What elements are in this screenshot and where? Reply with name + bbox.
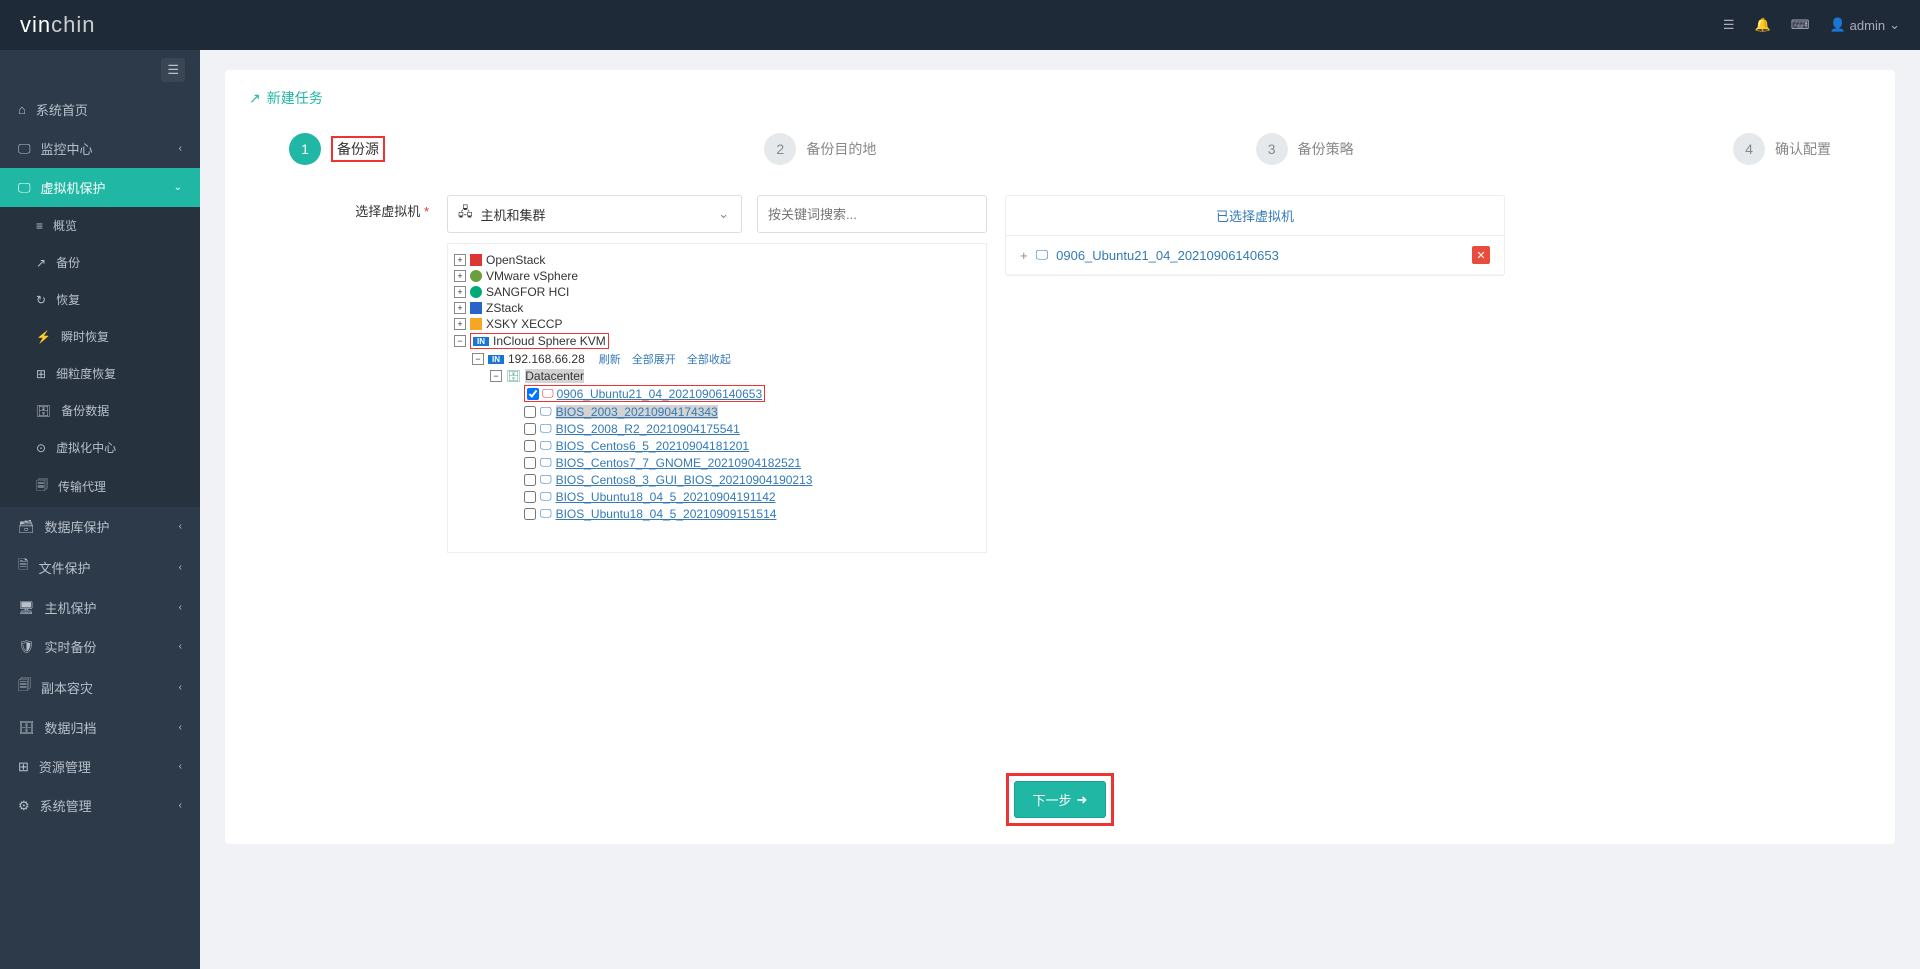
tree-vm[interactable]: 🖵BIOS_Centos6_5_20210904181201	[454, 437, 980, 454]
nav-monitor[interactable]: 🖵 监控中心‹	[0, 129, 200, 168]
tree-zstack[interactable]: +ZStack	[454, 300, 980, 316]
search-input[interactable]	[757, 195, 987, 233]
tree-openstack[interactable]: +OpenStack	[454, 252, 980, 268]
nav-host[interactable]: 🖥 主机保护‹	[0, 588, 200, 627]
step-4[interactable]: 4 确认配置	[1733, 133, 1831, 165]
topbar-list-icon[interactable]: ☰	[1723, 17, 1735, 33]
step-2[interactable]: 2 备份目的地	[764, 133, 876, 165]
nav-resource[interactable]: ⊞ 资源管理‹	[0, 747, 200, 786]
nav-realtime[interactable]: 🛡 实时备份‹	[0, 627, 200, 666]
nav-system[interactable]: ⚙ 系统管理‹	[0, 786, 200, 825]
wizard-steps: 1 备份源 2 备份目的地 3 备份策略 4 确认配置	[249, 133, 1871, 165]
nav-vcenter[interactable]: ⊙ 虚拟化中心	[0, 429, 200, 466]
expand-icon[interactable]: +	[1020, 248, 1028, 263]
remove-vm-button[interactable]: ✕	[1472, 246, 1490, 264]
nav-file[interactable]: 🗎 文件保护‹	[0, 546, 200, 588]
nav-home[interactable]: ⌂ 系统首页	[0, 90, 200, 129]
tree-expand-all[interactable]: 全部展开	[632, 354, 676, 366]
tree-vm[interactable]: 🖵BIOS_2003_20210904174343	[454, 403, 980, 420]
tree-incloud[interactable]: −INInCloud Sphere KVM	[454, 332, 980, 350]
arrow-right-icon: ➜	[1077, 792, 1088, 808]
tree-vm[interactable]: 🖵BIOS_Centos7_7_GNOME_20210904182521	[454, 454, 980, 471]
nav-vm-protect[interactable]: 🖵 虚拟机保护⌄	[0, 168, 200, 207]
tree-refresh[interactable]: 刷新	[599, 354, 621, 366]
sidebar: ☰ ⌂ 系统首页 🖵 监控中心‹ 🖵 虚拟机保护⌄ ≡ 概览 ↗ 备份 ↻ 恢复…	[0, 50, 200, 969]
step-1[interactable]: 1 备份源	[289, 133, 385, 165]
tree-host-ip[interactable]: −IN192.168.66.28 刷新 全部展开 全部收起	[454, 350, 980, 368]
selected-vm-item: + 🖵 0906_Ubuntu21_04_20210906140653 ✕	[1006, 236, 1504, 275]
tree-collapse-all[interactable]: 全部收起	[687, 354, 731, 366]
tree-vm[interactable]: 🖵BIOS_Ubuntu18_04_5_20210904191142	[454, 488, 980, 505]
nav-db[interactable]: 🗃 数据库保护‹	[0, 507, 200, 546]
vm-icon: 🖵	[1036, 247, 1049, 263]
nav-data[interactable]: 🗄 备份数据	[0, 392, 200, 429]
user-menu[interactable]: 👤 admin ⌄	[1829, 17, 1900, 33]
panel-title: ↗ 新建任务	[249, 88, 1871, 108]
nav-overview[interactable]: ≡ 概览	[0, 207, 200, 244]
nav-restore[interactable]: ↻ 恢复	[0, 281, 200, 318]
selected-vm-name: 0906_Ubuntu21_04_20210906140653	[1056, 248, 1472, 263]
tree-vm[interactable]: 🖵BIOS_Centos8_3_GUI_BIOS_20210904190213	[454, 471, 980, 488]
tree-vm[interactable]: 🖵BIOS_Ubuntu18_04_5_20210909151514	[454, 505, 980, 522]
nav-dr[interactable]: 🗐 副本容灾‹	[0, 666, 200, 708]
nav-agent[interactable]: 🗐 传输代理	[0, 466, 200, 507]
nav-archive[interactable]: 🗄 数据归档‹	[0, 708, 200, 747]
topbar-screen-icon[interactable]: ⌨	[1791, 17, 1810, 33]
topbar-bell-icon[interactable]: 🔔	[1755, 17, 1771, 33]
share-icon: ↗	[249, 90, 261, 107]
tree-vm[interactable]: 🖵BIOS_2008_R2_20210904175541	[454, 420, 980, 437]
tree-sangfor[interactable]: +SANGFOR HCI	[454, 284, 980, 300]
vm-tree[interactable]: +OpenStack +VMware vSphere +SANGFOR HCI …	[447, 243, 987, 553]
tree-datacenter[interactable]: −🗄Datacenter	[454, 368, 980, 384]
tree-vmware[interactable]: +VMware vSphere	[454, 268, 980, 284]
host-icon: 🖧	[458, 203, 473, 225]
nav-backup[interactable]: ↗ 备份	[0, 244, 200, 281]
step-3[interactable]: 3 备份策略	[1256, 133, 1354, 165]
tree-vm-selected[interactable]: 🖵0906_Ubuntu21_04_20210906140653	[454, 384, 980, 403]
tree-xsky[interactable]: +XSKY XECCP	[454, 316, 980, 332]
brand-logo: vinchin	[20, 12, 95, 38]
nav-instant[interactable]: ⚡ 瞬时恢复	[0, 318, 200, 355]
next-button[interactable]: 下一步 ➜	[1014, 781, 1107, 818]
nav-granular[interactable]: ⊞ 细粒度恢复	[0, 355, 200, 392]
select-vm-label: 选择虚拟机 *	[289, 195, 429, 220]
selected-vms-panel: 已选择虚拟机 + 🖵 0906_Ubuntu21_04_202109061406…	[1005, 195, 1505, 276]
view-dropdown[interactable]: 🖧 主机和集群	[447, 195, 742, 233]
sidebar-toggle-icon[interactable]: ☰	[161, 58, 185, 82]
selected-title: 已选择虚拟机	[1006, 196, 1504, 236]
